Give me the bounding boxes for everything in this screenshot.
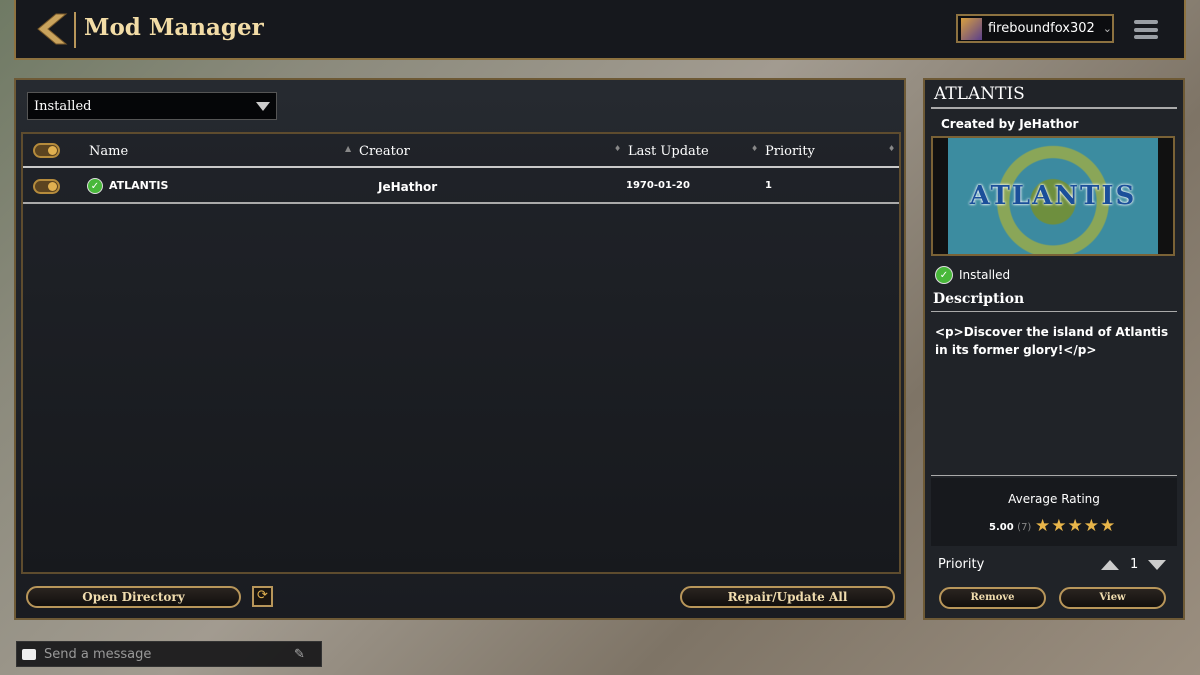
avatar [961, 17, 982, 40]
table-header: Name ▲ Creator ♦ Last Update ♦ Priority … [23, 134, 899, 168]
remove-button[interactable]: Remove [939, 587, 1046, 609]
top-bar: Mod Manager fireboundfox302 ⌄ [14, 0, 1186, 60]
divider [931, 107, 1177, 109]
repair-update-all-button[interactable]: Repair/Update All [680, 586, 895, 608]
rating-box: Average Rating 5.00 (7) ★★★★★ [931, 478, 1177, 546]
user-dropdown[interactable]: fireboundfox302 ⌄ [956, 14, 1114, 43]
mod-details-panel: ATLANTIS Created by JeHathor ATLANTIS ✓ I… [923, 78, 1185, 620]
priority-down-icon[interactable] [1148, 560, 1166, 570]
star-rating: ★★★★★ [1035, 516, 1116, 536]
divider [74, 12, 76, 48]
col-creator[interactable]: Creator [359, 144, 410, 159]
caret-down-icon [256, 102, 270, 111]
table-row[interactable]: ✓ ATLANTIS JeHathor 1970-01-20 1 [23, 170, 899, 204]
edit-icon[interactable]: ✎ [294, 647, 305, 662]
username: fireboundfox302 [987, 21, 1095, 36]
star-icon: ★ [1100, 516, 1117, 536]
page-title: Mod Manager [84, 14, 264, 41]
col-last-update[interactable]: Last Update [628, 144, 709, 159]
filter-selected: Installed [34, 99, 92, 114]
mod-banner-image: ATLANTIS [931, 136, 1175, 256]
col-name[interactable]: Name [89, 144, 128, 159]
mods-table: Name ▲ Creator ♦ Last Update ♦ Priority … [21, 132, 901, 574]
sort-icon[interactable]: ♦ [888, 144, 895, 153]
installed-check-icon: ✓ [935, 266, 953, 284]
mod-name: ATLANTIS [109, 179, 169, 192]
chat-bubble-icon [22, 648, 36, 660]
installed-check-icon: ✓ [87, 178, 103, 194]
star-icon: ★ [1083, 516, 1100, 536]
created-by: Created by JeHathor [941, 117, 1079, 131]
star-icon: ★ [1035, 516, 1052, 536]
rating-label: Average Rating [1008, 492, 1100, 506]
hamburger-menu-icon[interactable] [1134, 20, 1158, 39]
back-arrow-icon[interactable] [34, 12, 70, 46]
sort-icon[interactable]: ♦ [751, 144, 758, 153]
sort-icon[interactable]: ♦ [614, 144, 621, 153]
priority-label: Priority [938, 557, 985, 572]
priority-up-icon[interactable] [1101, 560, 1119, 570]
mod-title: ATLANTIS [934, 84, 1025, 104]
mod-list-panel: Installed Name ▲ Creator ♦ Last Update ♦… [14, 78, 906, 620]
toggle-all[interactable] [33, 143, 60, 158]
chevron-down-icon: ⌄ [1102, 22, 1112, 35]
install-status: Installed [959, 268, 1011, 282]
mod-last-update: 1970-01-20 [626, 180, 690, 191]
mod-enabled-toggle[interactable] [33, 179, 60, 194]
description-text: <p>Discover the island of Atlantis in it… [935, 325, 1169, 357]
divider [931, 311, 1177, 312]
star-icon: ★ [1067, 516, 1084, 536]
sort-icon[interactable]: ▲ [345, 144, 351, 153]
open-directory-button[interactable]: Open Directory [26, 586, 241, 608]
message-input[interactable] [44, 646, 294, 662]
priority-value: 1 [1130, 557, 1139, 572]
description-heading: Description [933, 291, 1025, 307]
rating-value: 5.00 [989, 522, 1014, 533]
refresh-icon[interactable]: ⟳ [252, 586, 273, 607]
view-button[interactable]: View [1059, 587, 1166, 609]
chat-box: ✎ [16, 641, 322, 667]
divider [931, 475, 1177, 476]
mod-priority: 1 [765, 180, 772, 191]
rating-count: (7) [1017, 522, 1032, 533]
col-priority[interactable]: Priority [765, 144, 815, 159]
star-icon: ★ [1051, 516, 1068, 536]
filter-dropdown[interactable]: Installed [27, 92, 277, 120]
mod-creator: JeHathor [378, 180, 438, 194]
